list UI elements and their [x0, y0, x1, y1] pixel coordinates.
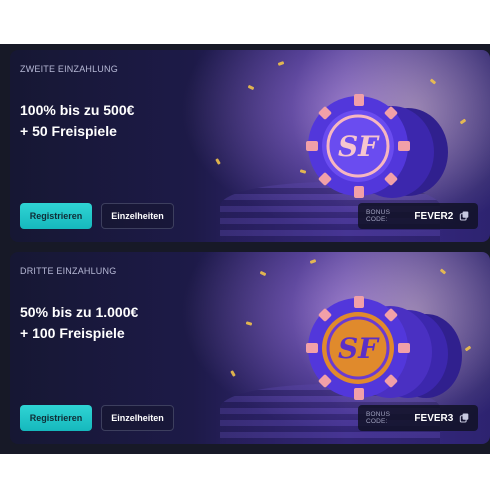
- offer-tag: ZWEITE EINZAHLUNG: [20, 64, 118, 74]
- bonus-code-label: BONUS CODE:: [366, 209, 391, 223]
- offer-card-third-deposit: SF DRITTE EINZAHLUNG 50% bis zu 1.000€ +…: [10, 252, 490, 444]
- offer-title-line2: + 50 Freispiele: [20, 123, 117, 139]
- offer-title: 100% bis zu 500€ + 50 Freispiele: [20, 100, 240, 142]
- confetti-piece: [230, 370, 236, 377]
- bonus-code-value: FEVER3: [414, 412, 454, 424]
- offer-title: 50% bis zu 1.000€ + 100 Freispiele: [20, 302, 240, 344]
- offer-card-second-deposit: SF ZWEITE EINZAHLUNG 100% bis zu 500€ + …: [10, 50, 490, 242]
- bonus-code-label: BONUS CODE:: [366, 411, 391, 425]
- details-button[interactable]: Einzelheiten: [101, 203, 174, 229]
- copy-icon[interactable]: [459, 210, 470, 222]
- register-button[interactable]: Registrieren: [20, 203, 92, 229]
- register-button[interactable]: Registrieren: [20, 405, 92, 431]
- offer-title-line1: 50% bis zu 1.000€: [20, 304, 139, 320]
- offer-tag: DRITTE EINZAHLUNG: [20, 266, 117, 276]
- offer-title-line2: + 100 Freispiele: [20, 325, 125, 341]
- confetti-piece: [215, 158, 221, 165]
- bonus-code-copy[interactable]: BONUS CODE: FEVER3: [358, 405, 478, 431]
- bonus-code-value: FEVER2: [414, 210, 454, 222]
- copy-icon[interactable]: [459, 412, 470, 424]
- offer-title-line1: 100% bis zu 500€: [20, 102, 135, 118]
- bonus-code-copy[interactable]: BONUS CODE: FEVER2: [358, 203, 478, 229]
- offers-panel: SF ZWEITE EINZAHLUNG 100% bis zu 500€ + …: [0, 44, 490, 454]
- details-button[interactable]: Einzelheiten: [101, 405, 174, 431]
